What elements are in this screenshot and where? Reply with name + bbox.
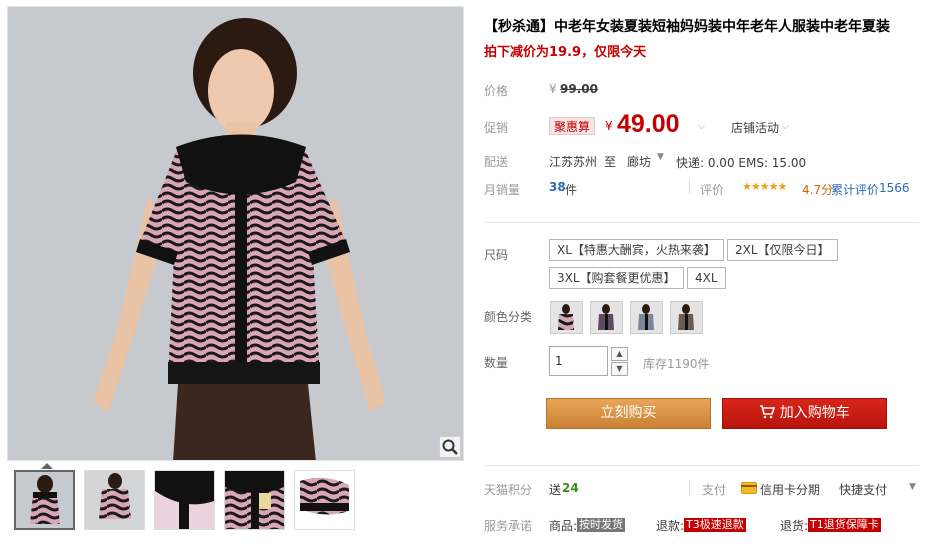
color-swatch-2[interactable]	[590, 301, 623, 334]
quantity-decrease-button[interactable]: ▼	[611, 362, 628, 376]
promo-tag-badge: 聚惠算	[549, 117, 596, 135]
thumbnail-1[interactable]	[14, 470, 75, 530]
service-goods-tag[interactable]: 按时发货	[577, 517, 625, 532]
refund-tag-text: T3极速退款	[684, 518, 746, 532]
product-title: 【秒杀通】中老年女装夏装短袖妈妈装中年老年人服装中老年夏装	[484, 19, 890, 35]
size-label: 尺码	[484, 248, 509, 262]
credit-card-icon	[741, 482, 757, 497]
pay-more-caret-icon[interactable]: ▼	[909, 482, 916, 492]
shipping-label: 配送	[484, 155, 509, 169]
rating-score: 4.7分	[802, 183, 834, 197]
size-option-xl[interactable]: XL【特惠大酬宾，火热来袭】	[549, 239, 724, 261]
rating-stars-icon: ★★★★★	[742, 180, 787, 193]
points-label: 天猫积分	[484, 483, 533, 497]
points-amount: 24	[562, 481, 579, 495]
thumbnail-3[interactable]	[154, 470, 215, 530]
return-tag-text: T1退货保障卡	[808, 518, 881, 532]
color-swatch-3[interactable]	[630, 301, 663, 334]
stock-text: 库存1190件	[643, 357, 710, 371]
zoom-button[interactable]	[439, 436, 461, 458]
product-subtitle: 拍下减价为19.9，仅限今天	[484, 45, 647, 60]
shipping-fees: 快递: 0.00 EMS: 15.00	[676, 156, 807, 170]
original-price: 99.00	[560, 82, 598, 96]
store-activity-link[interactable]: 店铺活动	[731, 119, 779, 136]
size-option-4xl[interactable]: 4XL	[687, 267, 726, 289]
monthly-sales-label: 月销量	[484, 183, 521, 197]
service-return-tag[interactable]: T1退货保障卡	[808, 517, 881, 532]
size-option-2xl[interactable]: 2XL【仅限今日】	[727, 239, 838, 261]
price-chevron-icon[interactable]: ⌵	[698, 122, 705, 132]
monthly-sales-unit: 件	[565, 183, 578, 197]
add-to-cart-label: 加入购物车	[779, 405, 850, 421]
goods-tag-text: 按时发货	[577, 518, 625, 532]
price-label: 价格	[484, 84, 509, 98]
service-label: 服务承诺	[484, 519, 533, 533]
thumbnail-strip	[14, 470, 355, 530]
thumbnail-2[interactable]	[84, 470, 145, 530]
points-divider	[689, 481, 690, 495]
review-count[interactable]: 1566	[879, 181, 910, 195]
monthly-sales-count: 38	[549, 180, 566, 194]
color-swatch-4[interactable]	[670, 301, 703, 334]
credit-installment-link[interactable]: 信用卡分期	[760, 481, 820, 498]
quantity-increase-button[interactable]: ▲	[611, 347, 628, 361]
bottom-divider	[484, 465, 918, 466]
thumbnail-pointer	[41, 463, 53, 469]
ship-to-word: 至	[604, 155, 617, 169]
price-currency: ¥	[549, 82, 557, 96]
promo-price: 49.00	[617, 110, 680, 138]
pay-label: 支付	[702, 483, 727, 497]
cart-icon	[759, 405, 779, 421]
rating-label: 评价	[700, 183, 725, 197]
service-goods-label: 商品:	[549, 519, 578, 533]
model-photo	[8, 7, 463, 460]
quick-pay-link[interactable]: 快捷支付	[839, 481, 887, 498]
color-label: 颜色分类	[484, 310, 533, 324]
info-divider	[484, 222, 918, 223]
ship-destination-select[interactable]: 廊坊	[627, 153, 651, 170]
buy-now-button[interactable]: 立刻购买	[546, 398, 711, 429]
store-activity-chevron-icon[interactable]: ⌵	[782, 122, 789, 132]
service-refund-label: 退款:	[656, 519, 685, 533]
quantity-label: 数量	[484, 356, 509, 370]
sales-divider	[689, 180, 690, 194]
promo-label: 促销	[484, 121, 509, 135]
color-swatch-1[interactable]	[550, 301, 583, 334]
magnifier-icon	[442, 439, 458, 455]
thumbnail-4[interactable]	[224, 470, 285, 530]
size-option-3xl[interactable]: 3XL【购套餐更优惠】	[549, 267, 684, 289]
cumulative-review-link[interactable]: 累计评价	[831, 181, 879, 198]
promo-currency: ¥	[605, 119, 613, 133]
service-return-label: 退货:	[780, 519, 809, 533]
add-to-cart-button[interactable]: 加入购物车	[722, 398, 887, 429]
points-give: 送	[549, 483, 562, 497]
main-product-image[interactable]	[7, 6, 464, 461]
service-refund-tag[interactable]: T3极速退款	[684, 517, 746, 532]
quantity-input[interactable]: 1	[549, 346, 608, 376]
thumbnail-5[interactable]	[294, 470, 355, 530]
destination-caret-icon[interactable]: ▼	[657, 152, 664, 162]
ship-from: 江苏苏州	[549, 155, 598, 169]
